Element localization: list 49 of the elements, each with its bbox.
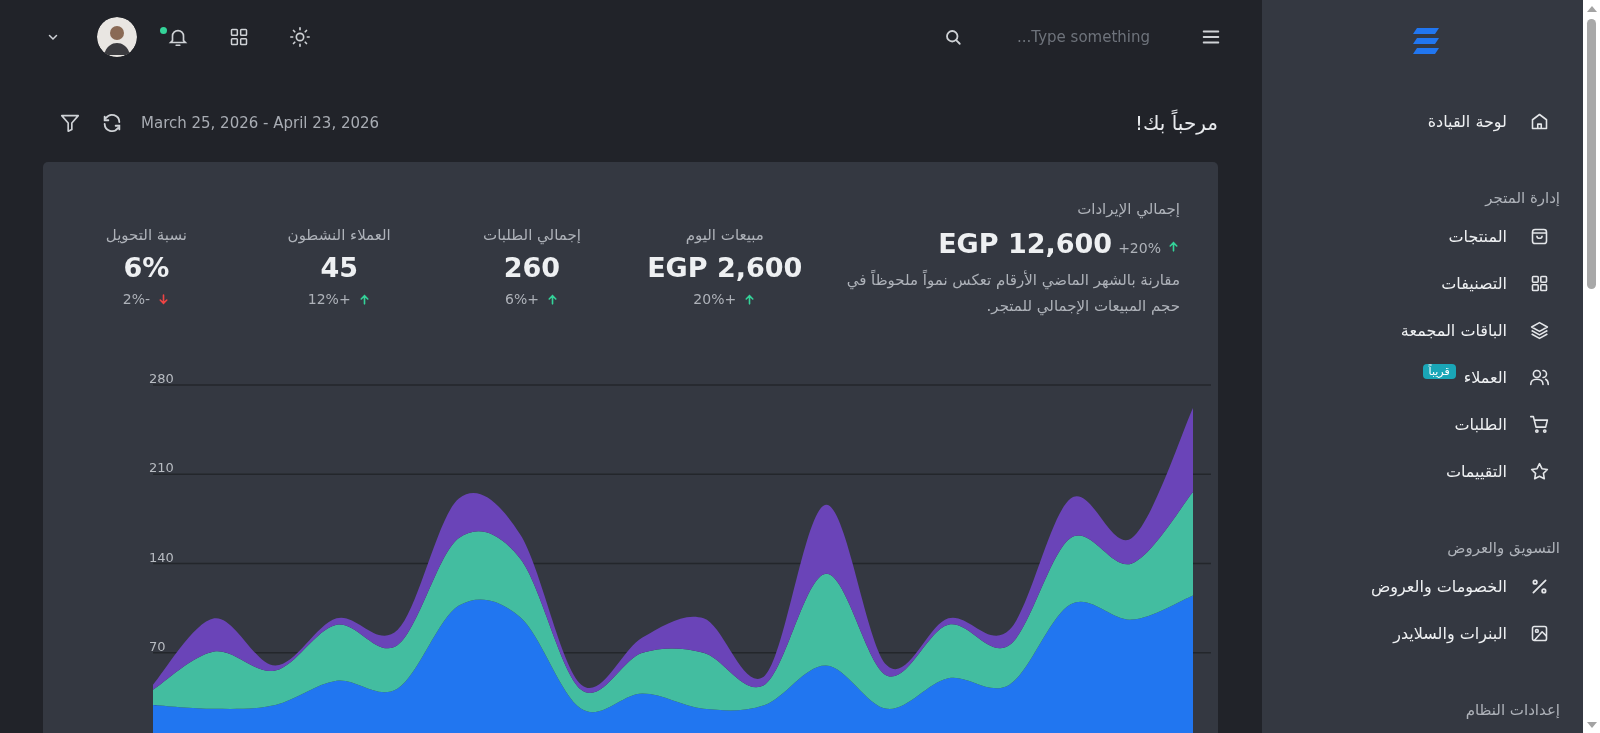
search-field[interactable]: Type something... xyxy=(1000,28,1150,46)
avatar[interactable] xyxy=(97,17,137,57)
badge: قريباً xyxy=(1422,364,1456,379)
section-heading: التسويق والعروض xyxy=(1446,538,1560,559)
change-value: +20% xyxy=(1118,240,1161,256)
stat-value: EGP 2,600 xyxy=(647,252,803,283)
nav-item[interactable]: لوحة القيادة xyxy=(1262,98,1550,145)
logo-icon xyxy=(1411,26,1441,56)
stat-value: 260 xyxy=(503,252,561,283)
stat-label: نسبة التحويل xyxy=(105,226,187,244)
grid-icon xyxy=(1529,273,1550,294)
axis-label: 210 xyxy=(149,460,174,476)
axis-label: 70 xyxy=(149,638,166,654)
date-range[interactable]: March 25, 2026 - April 23, 2026 xyxy=(141,114,380,132)
users-icon xyxy=(1529,367,1550,388)
nav-item[interactable]: الخصومات والعروض xyxy=(1262,563,1550,610)
bag-icon xyxy=(1529,226,1550,247)
section-heading: إعدادات النظام xyxy=(1464,700,1560,721)
description: مقارنة بالشهر الماضي الأرقام تعكس نمواً ملحوظاً في حجم المبيعات الإجمالي للمتجر. xyxy=(845,269,1180,318)
section-heading: إدارة المتجر xyxy=(1483,188,1560,209)
page-title: مرحباً بك! xyxy=(1134,111,1218,135)
change-value: +20% xyxy=(693,291,737,307)
nav-item[interactable]: المنتجات xyxy=(1262,213,1550,260)
stat-value: EGP 12,600 xyxy=(938,228,1113,259)
stat-label: العملاء النشطون xyxy=(287,226,391,244)
stat-value: 6% xyxy=(123,252,170,283)
sun-icon[interactable] xyxy=(287,24,313,50)
stat-label: إجمالي الطلبات xyxy=(483,226,581,244)
nav-item[interactable]: الطلبات xyxy=(1262,401,1550,448)
layers-icon xyxy=(1529,320,1550,341)
cart-icon xyxy=(1529,414,1550,435)
stat-label: إجمالي الإيرادات xyxy=(1076,200,1180,218)
stat-value: 45 xyxy=(320,252,358,283)
nav-item[interactable]: الباقات المجمعة xyxy=(1262,307,1550,354)
home-icon xyxy=(1529,111,1550,132)
stat-label: مبيعات اليوم xyxy=(685,226,764,244)
nav-item[interactable]: العملاء قريباً xyxy=(1262,354,1550,401)
image-icon xyxy=(1529,623,1550,644)
scrollbar[interactable] xyxy=(1583,0,1600,733)
change-value: +6% xyxy=(505,291,539,307)
star-icon xyxy=(1529,461,1550,482)
axis-label: 140 xyxy=(149,549,174,565)
nav-item[interactable]: التصنيفات xyxy=(1262,260,1550,307)
scrollbar-thumb[interactable] xyxy=(1587,19,1596,289)
nav-item[interactable]: التقييمات xyxy=(1262,448,1550,495)
axis-label: 280 xyxy=(149,371,174,386)
nav-item[interactable]: البنرات والسلايدر xyxy=(1262,610,1550,657)
change-value: -2% xyxy=(122,291,151,307)
change-value: +12% xyxy=(307,291,351,307)
